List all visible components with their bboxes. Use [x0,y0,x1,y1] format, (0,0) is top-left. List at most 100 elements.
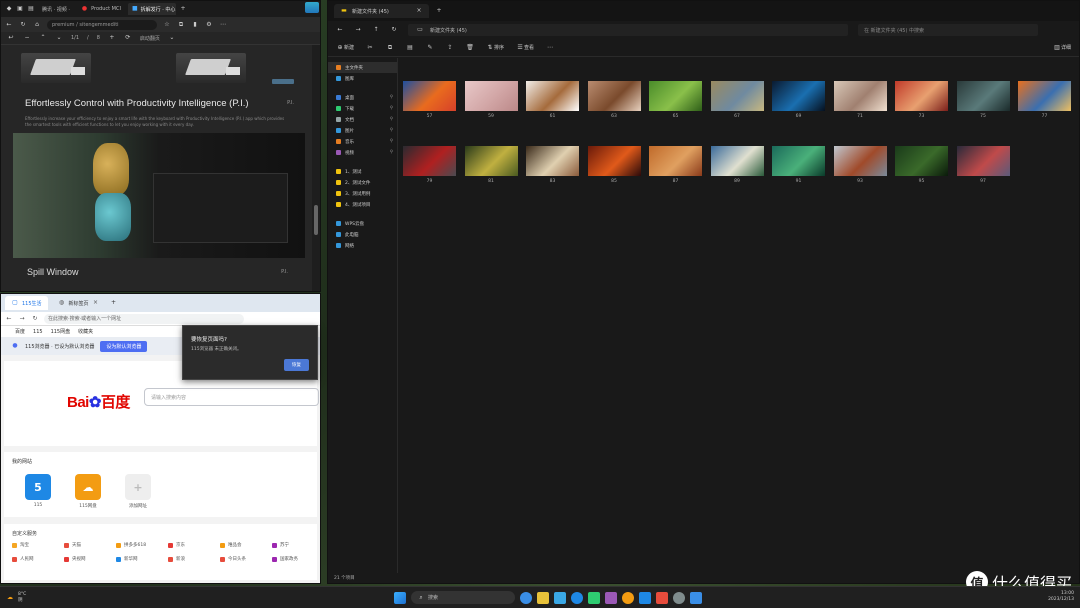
forward-icon[interactable]: → [354,26,362,34]
back-icon[interactable]: ← [5,21,13,29]
sort-button[interactable]: ⇅排序 [486,44,505,52]
image-thumbnail[interactable]: 75 [956,81,1010,119]
search-input[interactable]: 请输入搜索内容 [144,388,319,406]
tab-actions-icon[interactable]: ▤ [27,5,35,13]
bookmark-item[interactable]: 115网盘 [51,328,71,335]
collections-icon[interactable]: ▮ [191,21,199,29]
bookmark-item[interactable]: 百度 [15,328,25,335]
rename-icon[interactable]: ✎ [426,44,434,52]
favorite-item[interactable]: 5 115 [18,474,58,508]
service-link[interactable]: 天猫 [64,542,81,548]
new-button[interactable]: ⊕新建 [336,44,354,52]
image-thumbnail[interactable]: 71 [833,81,887,119]
find-back-icon[interactable]: ↩ [7,34,15,42]
details-button[interactable]: ▥详细 [1053,44,1071,52]
service-link[interactable]: 唯品会 [220,542,242,548]
start-icon[interactable] [394,591,406,604]
nav-item[interactable]: WPS云盘 [328,218,397,229]
taskbar-app-icon[interactable] [690,591,702,604]
taskbar-app-icon[interactable] [571,591,583,604]
nav-item[interactable]: 图库 [328,73,397,84]
image-thumbnail[interactable]: 57 [403,81,456,119]
forward-icon[interactable]: → [18,315,26,323]
taskbar-search[interactable]: ⌕ 搜索 [411,591,515,604]
home-icon[interactable]: ⌂ [33,21,41,29]
service-link[interactable]: 今日头条 [220,556,246,562]
taskbar-app-icon[interactable] [622,591,634,604]
nav-item[interactable]: 桌面 ⚲ [328,92,397,103]
nav-item[interactable]: 图片 ⚲ [328,125,397,136]
tab-0[interactable]: 腾讯 · 视频 · [38,3,74,15]
service-link[interactable]: 国家政务 [272,556,298,562]
image-thumbnail[interactable]: 89 [710,146,764,184]
image-thumbnail[interactable]: 93 [833,146,887,184]
up-icon[interactable]: ⌃ [39,34,47,42]
copy-icon[interactable]: ⧉ [386,44,394,52]
taskbar-app-icon[interactable] [520,591,532,604]
nav-item[interactable]: 3、测试用例 [328,188,397,199]
service-link[interactable]: 淘宝 [12,542,29,548]
view-button[interactable]: ☰查看 [516,44,534,52]
tab-2[interactable]: ■ 拆解发行 · 中心 [127,3,176,15]
image-thumbnail[interactable]: 65 [649,81,702,119]
close-icon[interactable]: × [415,7,423,15]
explorer-search-input[interactable]: 在 新建文件夹 (45) 中搜索 [858,24,1038,36]
tab-115[interactable]: ▢ 115生活 [5,296,48,310]
taskbar-app-icon[interactable] [639,591,651,604]
image-thumbnail[interactable]: 69 [772,81,825,119]
taskbar-app-icon[interactable] [554,591,566,604]
system-tray[interactable]: 13:00 2023/12/13 [1048,591,1074,603]
new-tab-icon[interactable]: + [110,299,118,307]
image-thumbnail[interactable]: 79 [403,146,456,184]
image-thumbnail[interactable]: 95 [895,146,948,184]
service-link[interactable]: 苏宁 [272,542,289,548]
service-link[interactable]: 新华网 [116,556,138,562]
taskbar-app-icon[interactable] [605,591,617,604]
set-default-button[interactable]: 设为默认浏览器 [100,340,148,352]
image-thumbnail[interactable]: 77 [1018,81,1071,119]
image-thumbnail[interactable]: 59 [464,81,518,119]
service-link[interactable]: 拼多多618 [116,542,146,548]
delete-icon[interactable]: 🗑 [466,44,474,52]
new-tab-icon[interactable]: + [179,5,187,13]
nav-item[interactable]: 2、测试文件 [328,177,397,188]
image-thumbnail[interactable]: 91 [772,146,825,184]
down-icon[interactable]: ⌄ [55,34,63,42]
zoom-in-icon[interactable]: + [108,34,116,42]
rotate-icon[interactable]: ⟳ [124,34,132,42]
back-icon[interactable]: ← [336,26,344,34]
image-thumbnail[interactable]: 61 [526,81,579,119]
nav-item[interactable]: 1、测试 [328,166,397,177]
explorer-tab[interactable]: ▬ 新建文件夹 (45) × [334,4,429,18]
extensions-icon[interactable]: ⧉ [177,21,185,29]
tab-1[interactable]: ● Product MCI [77,3,125,15]
close-icon[interactable]: × [92,299,100,307]
image-thumbnail[interactable]: 67 [710,81,764,119]
scrollbar[interactable] [313,45,319,291]
url-field[interactable]: premium / sitengemmediti [47,19,157,30]
zoom-out-icon[interactable]: − [23,34,31,42]
refresh-icon[interactable]: ↻ [19,21,27,29]
tab-newtab[interactable]: ◍ 新标签页 × [52,296,106,310]
find-mode-label[interactable]: 启动翻页 [140,35,160,42]
share-icon[interactable]: ⇪ [446,44,454,52]
nav-item[interactable]: 4、测试项目 [328,199,397,210]
nav-item[interactable]: 下载 ⚲ [328,103,397,114]
refresh-icon[interactable]: ↻ [390,26,398,34]
taskbar-app-icon[interactable] [673,591,685,604]
image-thumbnail[interactable]: 81 [464,146,518,184]
breadcrumb[interactable]: ▭ 新建文件夹 (45) [408,24,848,36]
image-thumbnail[interactable]: 85 [587,146,641,184]
up-icon[interactable]: ↑ [372,26,380,34]
dropdown-icon[interactable]: ⌄ [168,34,176,42]
favorite-item[interactable]: + 添加网址 [118,474,158,509]
image-thumbnail[interactable]: 83 [526,146,579,184]
nav-item[interactable]: 音乐 ⚲ [328,136,397,147]
nav-item[interactable]: 此电脑 [328,229,397,240]
weather-widget[interactable]: ☁ 8°C 阴 [6,592,26,603]
image-thumbnail[interactable]: 97 [956,146,1010,184]
taskbar-app-icon[interactable] [537,591,549,604]
nav-item[interactable]: 网络 [328,240,397,251]
taskbar-app-icon[interactable] [656,591,668,604]
image-thumbnail[interactable]: 73 [895,81,948,119]
